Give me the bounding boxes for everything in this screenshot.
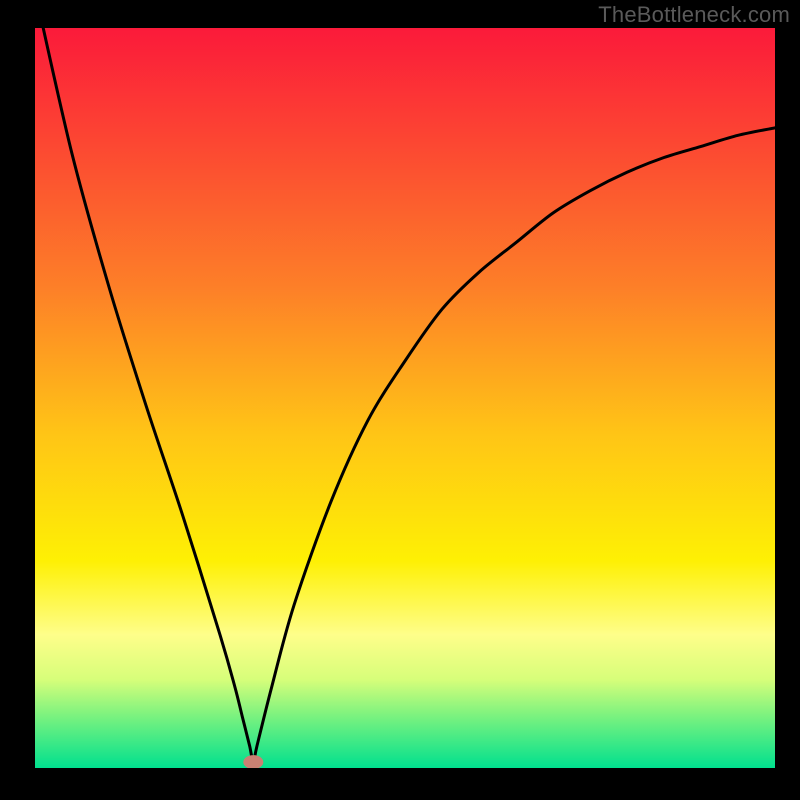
watermark-text: TheBottleneck.com	[598, 2, 790, 28]
plot-svg	[35, 28, 775, 768]
chart-frame: TheBottleneck.com	[0, 0, 800, 800]
gradient-background	[35, 28, 775, 768]
plot-area	[35, 28, 775, 768]
